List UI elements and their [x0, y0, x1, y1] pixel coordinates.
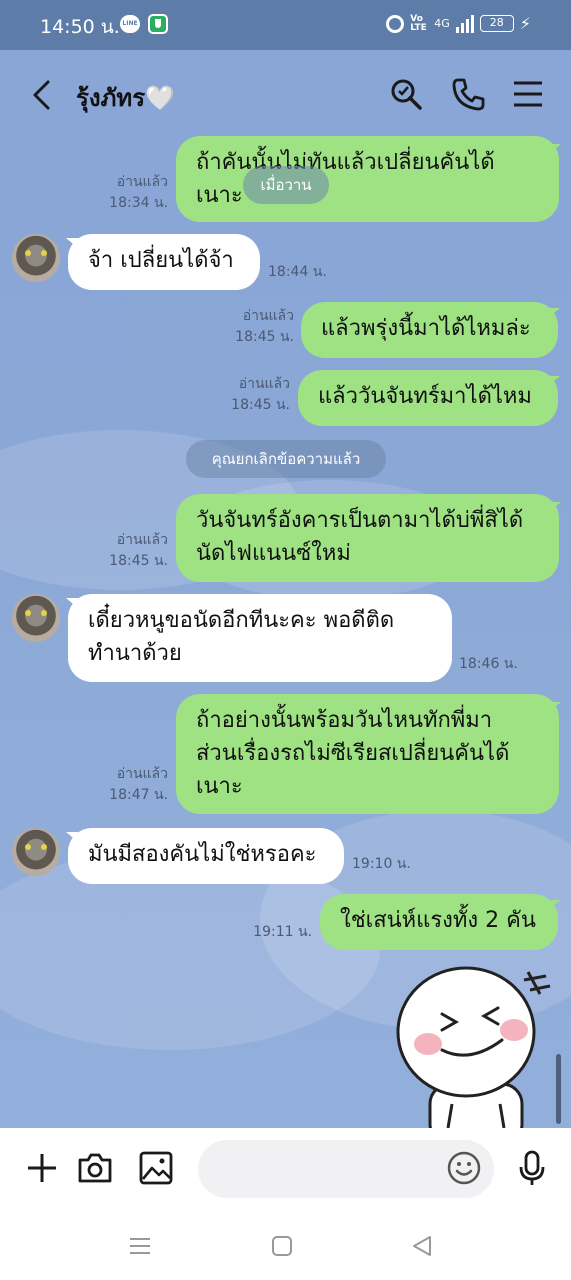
chat-scrollbar[interactable] [556, 1054, 561, 1124]
emoji-icon[interactable] [446, 1150, 482, 1186]
message-text-line: จ้า เปลี่ยนได้จ้า [88, 248, 234, 273]
message-meta: อ่านแล้ว 18:47 น. [100, 764, 168, 806]
message-text-line: แล้วพรุ่งนี้มาได้ไหมล่ะ [321, 316, 531, 341]
bubble-tail [548, 376, 560, 386]
message-bubble-outgoing[interactable]: ถ้าอย่างนั้นพร้อมวันไหนทักพี่มา ส่วนเรื่… [176, 694, 559, 814]
message-meta: อ่านแล้ว 18:34 น. [100, 172, 168, 214]
volte-label: Vo LTE [410, 13, 427, 33]
message-text-line: นัดไฟแนนซ์ใหม่ [196, 541, 351, 566]
message-text-line: วันจันทร์อังคารเป็นตามาได้บ่พี่สิได้ [196, 508, 524, 533]
message-bubble-outgoing[interactable]: แล้ววันจันทร์มาได้ไหม [298, 370, 558, 426]
menu-icon[interactable] [510, 76, 546, 112]
read-receipt: อ่านแล้ว [116, 174, 168, 190]
message-bubble-outgoing[interactable]: ใช่เสน่ห์แรงทั้ง 2 คัน [320, 894, 558, 950]
bubble-tail [549, 702, 561, 712]
message-meta: อ่านแล้ว 18:45 น. [100, 530, 168, 572]
floating-date-label: เมื่อวาน [243, 166, 329, 204]
message-bubble-incoming[interactable]: มันมีสองคันไม่ใช่หรอคะ [68, 828, 344, 884]
chat-header: รุ้งภัทร🤍 [0, 50, 571, 140]
message-text-line: ส่วนเรื่องรถไม่ซีเรียสเปลี่ยนคันได้ [196, 741, 510, 766]
read-receipt: อ่านแล้ว [242, 308, 294, 324]
message-time: 18:47 น. [109, 787, 168, 803]
message-bubble-outgoing[interactable]: แล้วพรุ่งนี้มาได้ไหมล่ะ [301, 302, 558, 358]
camera-icon[interactable] [77, 1150, 113, 1186]
message-text-line: ทำนาด้วย [88, 641, 182, 666]
bubble-tail [548, 900, 560, 910]
bubble-tail [549, 144, 561, 154]
message-text-line: ใช่เสน่ห์แรงทั้ง 2 คัน [340, 908, 536, 933]
recent-apps-icon[interactable] [128, 1234, 152, 1258]
message-time: 18:45 น. [231, 397, 290, 413]
message-time: 18:45 น. [235, 329, 294, 345]
contact-avatar[interactable] [12, 828, 60, 876]
chat-area[interactable]: รุ้งภัทร🤍 อ่านแล้ว 18:34 น. ถ้าคันนั้นไม… [0, 50, 571, 1128]
message-text-line: มันมีสองคันไม่ใช่หรอคะ [88, 842, 317, 867]
read-receipt: อ่านแล้ว [116, 532, 168, 548]
network-label: 4G [434, 17, 450, 30]
image-icon[interactable] [138, 1150, 174, 1186]
contact-avatar[interactable] [12, 594, 60, 642]
status-bar: 14:50 น. LINE Vo LTE 4G 28 ⚡ [0, 0, 571, 50]
search-icon[interactable] [388, 76, 424, 112]
charging-icon: ⚡ [519, 14, 531, 33]
microphone-icon[interactable] [514, 1150, 550, 1186]
signal-icon [455, 14, 474, 33]
line-notification-icon: LINE [120, 15, 140, 33]
message-meta: อ่านแล้ว 18:45 น. [220, 374, 290, 416]
unsent-message-notice: คุณยกเลิกข้อความแล้ว [186, 440, 386, 478]
system-nav-bar [0, 1212, 571, 1280]
status-time: 14:50 น. [40, 16, 120, 38]
message-input-bar [0, 1128, 571, 1212]
bubble-tail [548, 308, 560, 318]
message-bubble-outgoing[interactable]: ถ้าคันนั้นไม่ทันแล้วเปลี่ยนคันได้ เนาะ [176, 136, 559, 222]
back-icon[interactable] [30, 78, 54, 112]
message-time: 19:10 น. [352, 856, 411, 872]
read-receipt: อ่านแล้ว [116, 766, 168, 782]
read-receipt: อ่านแล้ว [238, 376, 290, 392]
message-text-line: เนาะ [196, 774, 243, 799]
message-bubble-outgoing[interactable]: วันจันทร์อังคารเป็นตามาได้บ่พี่สิได้ นัด… [176, 494, 559, 582]
message-text-line: แล้ววันจันทร์มาได้ไหม [318, 384, 532, 409]
message-text-line: ถ้าอย่างนั้นพร้อมวันไหนทักพี่มา [196, 708, 493, 733]
message-time: 18:45 น. [109, 553, 168, 569]
bubble-tail [549, 502, 561, 512]
contact-avatar[interactable] [12, 234, 60, 282]
message-text-line: เดี๋ยวหนูขอนัดอีกทีนะคะ พอดีติด [88, 608, 395, 633]
shield-icon [148, 14, 168, 34]
message-meta: อ่านแล้ว 18:45 น. [224, 306, 294, 348]
home-icon[interactable] [270, 1234, 294, 1258]
contact-name[interactable]: รุ้งภัทร🤍 [76, 78, 175, 117]
message-bubble-incoming[interactable]: เดี๋ยวหนูขอนัดอีกทีนะคะ พอดีติด ทำนาด้วย [68, 594, 452, 682]
message-time: 18:34 น. [109, 195, 168, 211]
message-bubble-incoming[interactable]: จ้า เปลี่ยนได้จ้า [68, 234, 260, 290]
status-indicators: Vo LTE 4G 28 ⚡ [386, 14, 531, 33]
laughing-face-sticker[interactable] [390, 964, 560, 1128]
alarm-icon [386, 14, 405, 33]
back-nav-icon[interactable] [410, 1234, 434, 1258]
message-time: 18:44 น. [268, 264, 327, 280]
message-time: 18:46 น. [459, 656, 518, 672]
phone-icon[interactable] [450, 76, 486, 112]
battery-icon: 28 [479, 15, 514, 32]
message-time: 19:11 น. [253, 924, 312, 940]
plus-icon[interactable] [24, 1150, 60, 1186]
